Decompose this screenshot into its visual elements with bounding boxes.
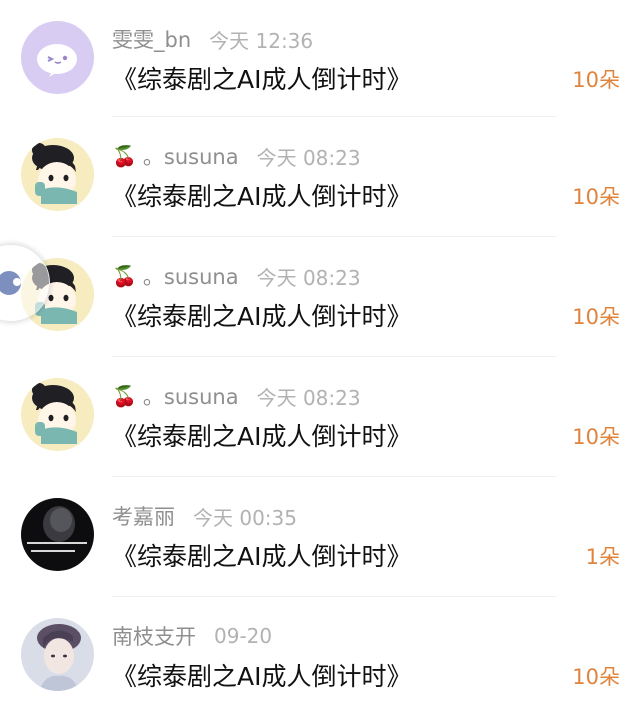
- sticker-face-icon: [21, 21, 94, 94]
- sender-meta: 🍒 。susuna 今天 08:23: [112, 261, 361, 291]
- gift-time: 09-20: [214, 624, 273, 648]
- book-title[interactable]: 《综泰剧之AI成人倒计时》: [112, 657, 411, 693]
- gift-record-list: 雯雯_bn 今天 12:36 《综泰剧之AI成人倒计时》 10朵 🍒 。susu…: [0, 0, 640, 717]
- portrait-photo-avatar: [21, 618, 94, 691]
- list-item[interactable]: 🍒 。susuna 今天 08:23 《综泰剧之AI成人倒计时》 10朵: [0, 357, 640, 477]
- cherry-icon: 🍒: [112, 144, 137, 168]
- cherry-icon: 🍒: [112, 264, 137, 288]
- sender-name[interactable]: 南枝支开: [112, 621, 196, 651]
- avatar[interactable]: [21, 498, 94, 571]
- flower-count: 1朵: [585, 545, 620, 569]
- gift-time: 今天 08:23: [256, 145, 361, 170]
- flower-count: 10朵: [572, 68, 620, 92]
- sender-name[interactable]: 。susuna: [143, 141, 239, 171]
- gift-time: 今天 00:35: [193, 505, 297, 530]
- book-title[interactable]: 《综泰剧之AI成人倒计时》: [112, 537, 411, 573]
- list-item[interactable]: 考嘉丽 今天 00:35 《综泰剧之AI成人倒计时》 1朵: [0, 477, 640, 597]
- sender-meta: 雯雯_bn 今天 12:36: [112, 24, 313, 54]
- sender-meta: 🍒 。susuna 今天 08:23: [112, 381, 361, 411]
- cartoon-boy-avatar: [21, 138, 94, 211]
- book-title[interactable]: 《综泰剧之AI成人倒计时》: [112, 177, 411, 213]
- list-item[interactable]: 🍒 。susuna 今天 08:23 《综泰剧之AI成人倒计时》 10朵: [0, 117, 640, 237]
- book-title[interactable]: 《综泰剧之AI成人倒计时》: [112, 417, 411, 453]
- sender-name[interactable]: 考嘉丽: [112, 501, 175, 531]
- cartoon-boy-avatar: [21, 378, 94, 451]
- list-item[interactable]: 南枝支开 09-20 《综泰剧之AI成人倒计时》 10朵: [0, 597, 640, 717]
- list-item[interactable]: 雯雯_bn 今天 12:36 《综泰剧之AI成人倒计时》 10朵: [0, 0, 640, 117]
- book-title[interactable]: 《综泰剧之AI成人倒计时》: [112, 297, 411, 333]
- flower-count: 10朵: [572, 425, 620, 449]
- sender-meta: 🍒 。susuna 今天 08:23: [112, 141, 361, 171]
- flower-count: 10朵: [572, 305, 620, 329]
- book-title[interactable]: 《综泰剧之AI成人倒计时》: [112, 60, 411, 96]
- sender-name[interactable]: 雯雯_bn: [112, 24, 191, 54]
- cherry-icon: 🍒: [112, 384, 137, 408]
- gift-time: 今天 12:36: [209, 28, 314, 53]
- dark-photo-avatar: [21, 498, 94, 571]
- flower-count: 10朵: [572, 185, 620, 209]
- assistant-icon-detail: [13, 278, 21, 286]
- sender-meta: 考嘉丽 今天 00:35: [112, 501, 297, 531]
- gift-time: 今天 08:23: [256, 265, 361, 290]
- avatar[interactable]: [21, 378, 94, 451]
- list-item[interactable]: 🍒 。susuna 今天 08:23 《综泰剧之AI成人倒计时》 10朵: [0, 237, 640, 357]
- avatar[interactable]: [21, 21, 94, 94]
- sender-meta: 南枝支开 09-20: [112, 621, 272, 651]
- gift-time: 今天 08:23: [256, 385, 361, 410]
- avatar[interactable]: [21, 618, 94, 691]
- sender-name[interactable]: 。susuna: [143, 261, 239, 291]
- sender-name[interactable]: 。susuna: [143, 381, 239, 411]
- flower-count: 10朵: [572, 665, 620, 689]
- avatar[interactable]: [21, 138, 94, 211]
